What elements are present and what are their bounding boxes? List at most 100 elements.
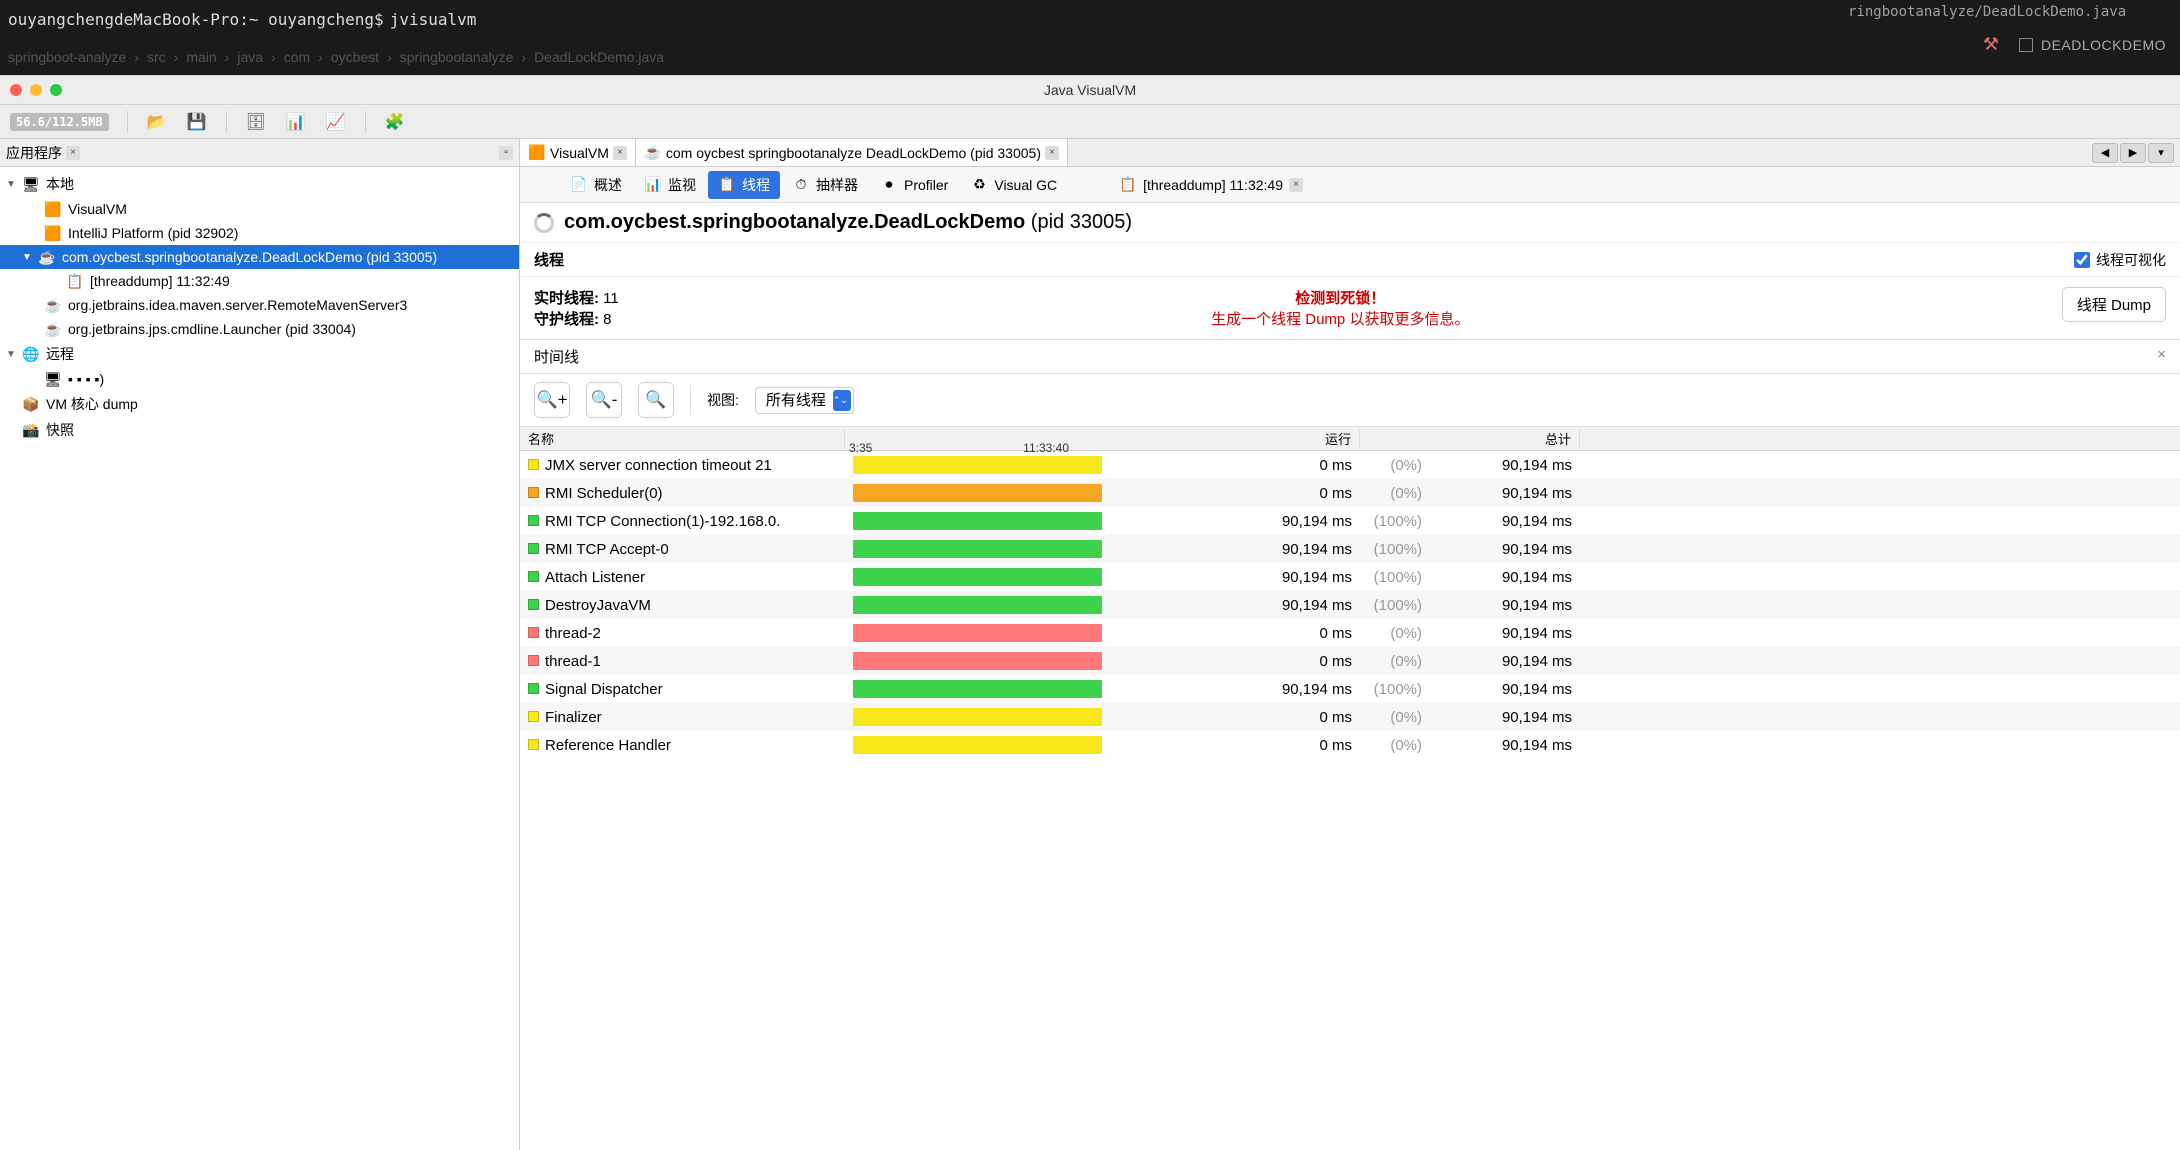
thread-row[interactable]: thread-10 ms(0%)90,194 ms — [520, 647, 2180, 675]
maximize-window-icon[interactable] — [50, 84, 62, 96]
view-select[interactable]: 所有线程 — [755, 387, 854, 414]
running-pct: (100%) — [1360, 569, 1430, 586]
coredump-icon: 📦 — [22, 395, 40, 413]
ide-right-panel: ringbootanalyze/DeadLockDemo.java ⚒ DEAD… — [1840, 0, 2180, 75]
memory-usage-badge: 56.6/112.5MB — [10, 113, 109, 131]
running-pct: (0%) — [1360, 653, 1430, 670]
running-time: 90,194 ms — [1110, 513, 1360, 530]
thread-row[interactable]: Attach Listener90,194 ms(100%)90,194 ms — [520, 563, 2180, 591]
threads-visualize-checkbox[interactable]: 线程可视化 — [2074, 250, 2166, 270]
timeline-bar — [853, 652, 1102, 670]
thread-row[interactable]: thread-20 ms(0%)90,194 ms — [520, 619, 2180, 647]
gc-icon: ♻ — [970, 176, 988, 194]
subtab-overview[interactable]: 📄 概述 — [560, 171, 632, 199]
running-pct: (100%) — [1360, 597, 1430, 614]
page-heading: com.oycbest.springbootanalyze.DeadLockDe… — [520, 203, 2180, 242]
heap-dump-icon[interactable]: 🗄 — [245, 111, 267, 133]
close-icon[interactable]: × — [66, 146, 80, 160]
subtab-profiler[interactable]: ⏺ Profiler — [870, 172, 958, 198]
nav-prev-button[interactable]: ◀ — [2092, 143, 2118, 163]
close-section-icon[interactable]: × — [2157, 346, 2166, 367]
thread-state-icon — [528, 459, 539, 470]
subtab-sampler[interactable]: ⏱ 抽样器 — [782, 171, 868, 199]
tree-node-local[interactable]: ▼ 🖥 本地 — [0, 171, 519, 197]
chevron-down-icon: ▼ — [6, 179, 16, 190]
tree-node-launcher[interactable]: ☕ org.jetbrains.jps.cmdline.Launcher (pi… — [0, 317, 519, 341]
running-pct: (100%) — [1360, 541, 1430, 558]
build-hammer-icon[interactable]: ⚒ — [1983, 34, 1999, 55]
total-time: 90,194 ms — [1430, 513, 1580, 530]
plugin-icon[interactable]: 🧩 — [384, 111, 406, 133]
thread-row[interactable]: DestroyJavaVM90,194 ms(100%)90,194 ms — [520, 591, 2180, 619]
applications-panel: 应用程序 × ▫ ▼ 🖥 本地 🟧 VisualVM 🟧 IntelliJ Pl… — [0, 139, 520, 1150]
minimize-panel-icon[interactable]: ▫ — [499, 146, 513, 160]
close-icon[interactable]: × — [1045, 146, 1059, 160]
subtab-monitor[interactable]: 📊 监视 — [634, 171, 706, 199]
thread-row[interactable]: RMI Scheduler(0)0 ms(0%)90,194 ms — [520, 479, 2180, 507]
thread-dump-icon[interactable]: 📊 — [285, 111, 307, 133]
java-app-icon: ☕ — [44, 296, 62, 314]
run-config-dropdown[interactable]: DEADLOCKDEMO — [2019, 37, 2166, 53]
thread-row[interactable]: RMI TCP Accept-090,194 ms(100%)90,194 ms — [520, 535, 2180, 563]
tree-node-vm-dump[interactable]: 📦 VM 核心 dump — [0, 391, 519, 417]
save-icon[interactable]: 💾 — [186, 111, 208, 133]
editor-tabstrip: 🟧 VisualVM × ☕ com oycbest springbootana… — [520, 139, 2180, 167]
zoom-in-button[interactable]: 🔍+ — [534, 382, 570, 418]
threads-icon: 📋 — [718, 176, 736, 194]
tree-node-visualvm[interactable]: 🟧 VisualVM — [0, 197, 519, 221]
running-pct: (100%) — [1360, 513, 1430, 530]
subtab-visualgc[interactable]: ♻ Visual GC — [960, 172, 1067, 198]
running-pct: (100%) — [1360, 681, 1430, 698]
thread-row[interactable]: RMI TCP Connection(1)-192.168.0.90,194 m… — [520, 507, 2180, 535]
tree-node-deadlockdemo[interactable]: ▼ ☕ com.oycbest.springbootanalyze.DeadLo… — [0, 245, 519, 269]
zoom-fit-button[interactable]: 🔍 — [638, 382, 674, 418]
deadlock-warning-msg: 生成一个线程 Dump 以获取更多信息。 — [659, 308, 2022, 329]
profiler-icon: ⏺ — [880, 176, 898, 194]
close-window-icon[interactable] — [10, 84, 22, 96]
open-app-icon[interactable]: 📂 — [146, 111, 168, 133]
total-time: 90,194 ms — [1430, 625, 1580, 642]
profile-icon[interactable]: 📈 — [325, 111, 347, 133]
monitor-icon: 📊 — [644, 176, 662, 194]
timeline-bar — [853, 624, 1102, 642]
tab-deadlockdemo[interactable]: ☕ com oycbest springbootanalyze DeadLock… — [636, 139, 1068, 166]
visualvm-app-icon: 🟧 — [528, 144, 546, 162]
close-icon[interactable]: × — [613, 146, 627, 160]
tree-node-remote[interactable]: ▼ 🌐 远程 — [0, 341, 519, 367]
col-running[interactable]: 运行 — [1110, 429, 1360, 448]
zoom-out-button[interactable]: 🔍- — [586, 382, 622, 418]
terminal-prompt: ouyangchengdeMacBook-Pro:~ ouyangcheng$ — [8, 10, 384, 29]
minimize-window-icon[interactable] — [30, 84, 42, 96]
thread-row[interactable]: Signal Dispatcher90,194 ms(100%)90,194 m… — [520, 675, 2180, 703]
subtab-threaddump[interactable]: 📋 [threaddump] 11:32:49 × — [1109, 172, 1313, 198]
running-pct: (0%) — [1360, 485, 1430, 502]
tree-node-threaddump[interactable]: 📋 [threaddump] 11:32:49 — [0, 269, 519, 293]
thread-row[interactable]: Finalizer0 ms(0%)90,194 ms — [520, 703, 2180, 731]
thread-row[interactable]: Reference Handler0 ms(0%)90,194 ms — [520, 731, 2180, 759]
thread-state-icon — [528, 599, 539, 610]
col-total[interactable]: 总计 — [1430, 429, 1580, 448]
thread-row[interactable]: JMX server connection timeout 210 ms(0%)… — [520, 451, 2180, 479]
window-controls[interactable] — [0, 84, 62, 96]
thread-dump-button[interactable]: 线程 Dump — [2062, 287, 2166, 322]
computer-icon: 🖥 — [22, 175, 40, 193]
total-time: 90,194 ms — [1430, 709, 1580, 726]
close-icon[interactable]: × — [1289, 178, 1303, 192]
running-time: 0 ms — [1110, 737, 1360, 754]
table-header: 名称 3:35 11:33:40 运行 总计 — [520, 427, 2180, 451]
tree-node-maven[interactable]: ☕ org.jetbrains.idea.maven.server.Remote… — [0, 293, 519, 317]
col-name[interactable]: 名称 — [520, 429, 845, 448]
overview-icon: 📄 — [570, 176, 588, 194]
thread-counts: 实时线程: 11 守护线程: 8 — [534, 287, 619, 329]
tree-node-remote-host[interactable]: 🖥 ▪ ▪ ▪ ▪) — [0, 367, 519, 391]
tree-node-intellij[interactable]: 🟧 IntelliJ Platform (pid 32902) — [0, 221, 519, 245]
running-time: 0 ms — [1110, 625, 1360, 642]
intellij-icon: 🟧 — [44, 224, 62, 242]
tab-visualvm-start[interactable]: 🟧 VisualVM × — [520, 139, 636, 166]
tree-node-snapshot[interactable]: 📸 快照 — [0, 417, 519, 443]
nav-list-button[interactable]: ▾ — [2148, 143, 2174, 163]
subtab-threads[interactable]: 📋 线程 — [708, 171, 780, 199]
nav-next-button[interactable]: ▶ — [2120, 143, 2146, 163]
running-time: 90,194 ms — [1110, 597, 1360, 614]
applications-tab[interactable]: 应用程序 × — [6, 143, 80, 163]
